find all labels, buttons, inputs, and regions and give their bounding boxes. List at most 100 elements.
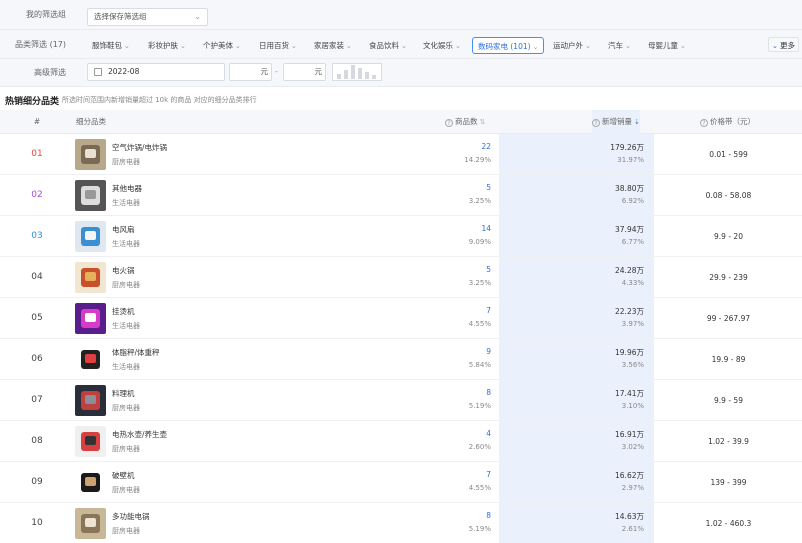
calendar-icon bbox=[94, 68, 102, 76]
product-thumbnail[interactable] bbox=[75, 180, 106, 211]
category-filter-item[interactable]: 文化娱乐 ⌄ bbox=[421, 37, 463, 54]
new-sales-value: 16.91万 bbox=[615, 430, 644, 439]
product-count[interactable]: 14 bbox=[420, 224, 491, 233]
subcategory-name[interactable]: 电热水壶/养生壶 bbox=[112, 429, 167, 440]
chevron-down-icon: ⌄ bbox=[455, 42, 461, 50]
product-count[interactable]: 7 bbox=[420, 470, 491, 479]
new-sales-value: 22.23万 bbox=[615, 307, 644, 316]
product-thumbnail[interactable] bbox=[75, 426, 106, 457]
thumbnail-shape bbox=[85, 477, 96, 486]
category-filter-item[interactable]: 汽车 ⌄ bbox=[606, 37, 633, 54]
product-count[interactable]: 8 bbox=[420, 388, 491, 397]
subcategory-name[interactable]: 破壁机 bbox=[112, 470, 135, 481]
product-thumbnail[interactable] bbox=[75, 467, 106, 498]
date-picker[interactable]: 2022-08 bbox=[87, 63, 225, 81]
table-row[interactable]: 02 其他电器 生活电器 5 3.25% 38.80万 6.92% 0.08 - 58.08 bbox=[0, 175, 802, 216]
table-row[interactable]: 09 破壁机 厨房电器 7 4.55% 16.62万 2.97% 139 - 399 bbox=[0, 462, 802, 503]
table-row[interactable]: 01 空气炸锅/电炸锅 厨房电器 22 14.29% 179.26万 31.97% 0.01 … bbox=[0, 134, 802, 175]
product-thumbnail[interactable] bbox=[75, 385, 106, 416]
category-filter-item[interactable]: 食品饮料 ⌄ bbox=[367, 37, 409, 54]
product-count-percent: 4.55% bbox=[468, 320, 491, 328]
row-rank: 07 bbox=[31, 395, 43, 405]
price-range-separator: - bbox=[275, 67, 278, 76]
category-filter-item[interactable]: 彩妆护肤 ⌄ bbox=[146, 37, 188, 54]
category-filter-item[interactable]: 服饰鞋包 ⌄ bbox=[90, 37, 132, 54]
subcategory-name[interactable]: 体脂秤/体重秤 bbox=[112, 347, 160, 358]
new-sales-percent: 3.97% bbox=[621, 320, 644, 328]
histogram-bar bbox=[351, 65, 355, 79]
price-histogram[interactable] bbox=[332, 63, 382, 81]
histogram-bar bbox=[358, 68, 362, 79]
table-row[interactable]: 10 多功能电锅 厨房电器 8 5.19% 14.63万 2.61% 1.02 - 460.3 bbox=[0, 503, 802, 543]
chevron-down-icon: ⌄ bbox=[124, 42, 130, 50]
subcategory-name[interactable]: 电风扇 bbox=[112, 224, 135, 235]
category-filter-label: 食品饮料 bbox=[369, 41, 399, 50]
section-description: 所选时间范围内新增销量超过 10k 的商品 对应的细分品类排行 bbox=[62, 96, 257, 104]
product-count-percent: 2.60% bbox=[468, 443, 491, 451]
sort-icon[interactable]: ⇅ bbox=[480, 118, 486, 126]
header-category: 细分品类 bbox=[76, 117, 106, 126]
product-thumbnail[interactable] bbox=[75, 344, 106, 375]
subcategory-name[interactable]: 其他电器 bbox=[112, 183, 142, 194]
table-row[interactable]: 04 电火锅 厨房电器 5 3.25% 24.28万 4.33% 29.9 - 239 bbox=[0, 257, 802, 298]
parent-category: 生活电器 bbox=[112, 199, 140, 207]
new-sales-percent: 4.33% bbox=[621, 279, 644, 287]
table-row[interactable]: 06 体脂秤/体重秤 生活电器 9 5.84% 19.96万 3.56% 19.9 - 89 bbox=[0, 339, 802, 380]
section-title: 热销细分品类 bbox=[5, 97, 60, 107]
product-count[interactable]: 5 bbox=[420, 265, 491, 274]
category-filter-item[interactable]: 家居家装 ⌄ bbox=[312, 37, 354, 54]
price-range: 0.08 - 58.08 bbox=[705, 191, 752, 200]
table-row[interactable]: 07 料理机 厨房电器 8 5.19% 17.41万 3.10% 9.9 - 59 bbox=[0, 380, 802, 421]
new-sales-value: 19.96万 bbox=[615, 348, 644, 357]
help-icon[interactable]: ? bbox=[592, 119, 600, 127]
help-icon[interactable]: ? bbox=[445, 119, 453, 127]
table-row[interactable]: 05 挂烫机 生活电器 7 4.55% 22.23万 3.97% 99 - 267.97 bbox=[0, 298, 802, 339]
subcategory-name[interactable]: 挂烫机 bbox=[112, 306, 135, 317]
price-range: 139 - 399 bbox=[710, 478, 747, 487]
category-filter-item[interactable]: 母婴儿童 ⌄ bbox=[646, 37, 688, 54]
price-min-input[interactable]: 元 bbox=[229, 63, 272, 81]
subcategory-name[interactable]: 空气炸锅/电炸锅 bbox=[112, 142, 167, 153]
category-filter-label: 运动户外 bbox=[553, 41, 583, 50]
product-count[interactable]: 22 bbox=[420, 142, 491, 151]
subcategory-name[interactable]: 料理机 bbox=[112, 388, 135, 399]
category-filter-label: 汽车 bbox=[608, 41, 623, 50]
help-icon[interactable]: ? bbox=[700, 119, 708, 127]
category-filter-item[interactable]: 数码家电 (101) ⌄ bbox=[472, 37, 545, 54]
new-sales-value: 179.26万 bbox=[610, 143, 644, 152]
new-sales-percent: 6.92% bbox=[621, 197, 644, 205]
category-filter-item[interactable]: 个护美体 ⌄ bbox=[201, 37, 243, 54]
category-filter-label: 母婴儿童 bbox=[648, 41, 678, 50]
new-sales-value: 16.62万 bbox=[615, 471, 644, 480]
thumbnail-shape bbox=[85, 313, 96, 322]
product-count-percent: 4.55% bbox=[468, 484, 491, 492]
product-thumbnail[interactable] bbox=[75, 139, 106, 170]
product-count[interactable]: 7 bbox=[420, 306, 491, 315]
price-range: 9.9 - 59 bbox=[714, 396, 743, 405]
header-sales[interactable]: ? 新增销量 ⇣ bbox=[592, 110, 640, 134]
price-max-input[interactable]: 元 bbox=[283, 63, 326, 81]
category-filter-item[interactable]: 运动户外 ⌄ bbox=[551, 37, 593, 54]
product-thumbnail[interactable] bbox=[75, 262, 106, 293]
row-rank: 03 bbox=[31, 231, 43, 241]
table-row[interactable]: 08 电热水壶/养生壶 厨房电器 4 2.60% 16.91万 3.02% 1.02 - 39… bbox=[0, 421, 802, 462]
thumbnail-shape bbox=[85, 231, 96, 240]
table-row[interactable]: 03 电风扇 生活电器 14 9.09% 37.94万 6.77% 9.9 - 20 bbox=[0, 216, 802, 257]
header-count[interactable]: ? 商品数 ⇅ bbox=[445, 110, 485, 134]
subcategory-name[interactable]: 电火锅 bbox=[112, 265, 135, 276]
sort-descending-icon[interactable]: ⇣ bbox=[634, 118, 640, 126]
category-filter-item[interactable]: 日用百货 ⌄ bbox=[257, 37, 299, 54]
more-button[interactable]: ⌄ 更多 bbox=[767, 37, 799, 52]
row-rank: 10 bbox=[31, 518, 43, 528]
chevron-down-icon: ⌄ bbox=[532, 43, 539, 51]
product-thumbnail[interactable] bbox=[75, 303, 106, 334]
saved-filter-select[interactable]: 选择保存筛选组 ⌄ bbox=[87, 8, 208, 26]
product-thumbnail[interactable] bbox=[75, 221, 106, 252]
product-count[interactable]: 4 bbox=[420, 429, 491, 438]
product-thumbnail[interactable] bbox=[75, 508, 106, 539]
product-count[interactable]: 9 bbox=[420, 347, 491, 356]
product-count[interactable]: 5 bbox=[420, 183, 491, 192]
new-sales-value: 24.28万 bbox=[615, 266, 644, 275]
subcategory-name[interactable]: 多功能电锅 bbox=[112, 511, 150, 522]
product-count[interactable]: 8 bbox=[420, 511, 491, 520]
